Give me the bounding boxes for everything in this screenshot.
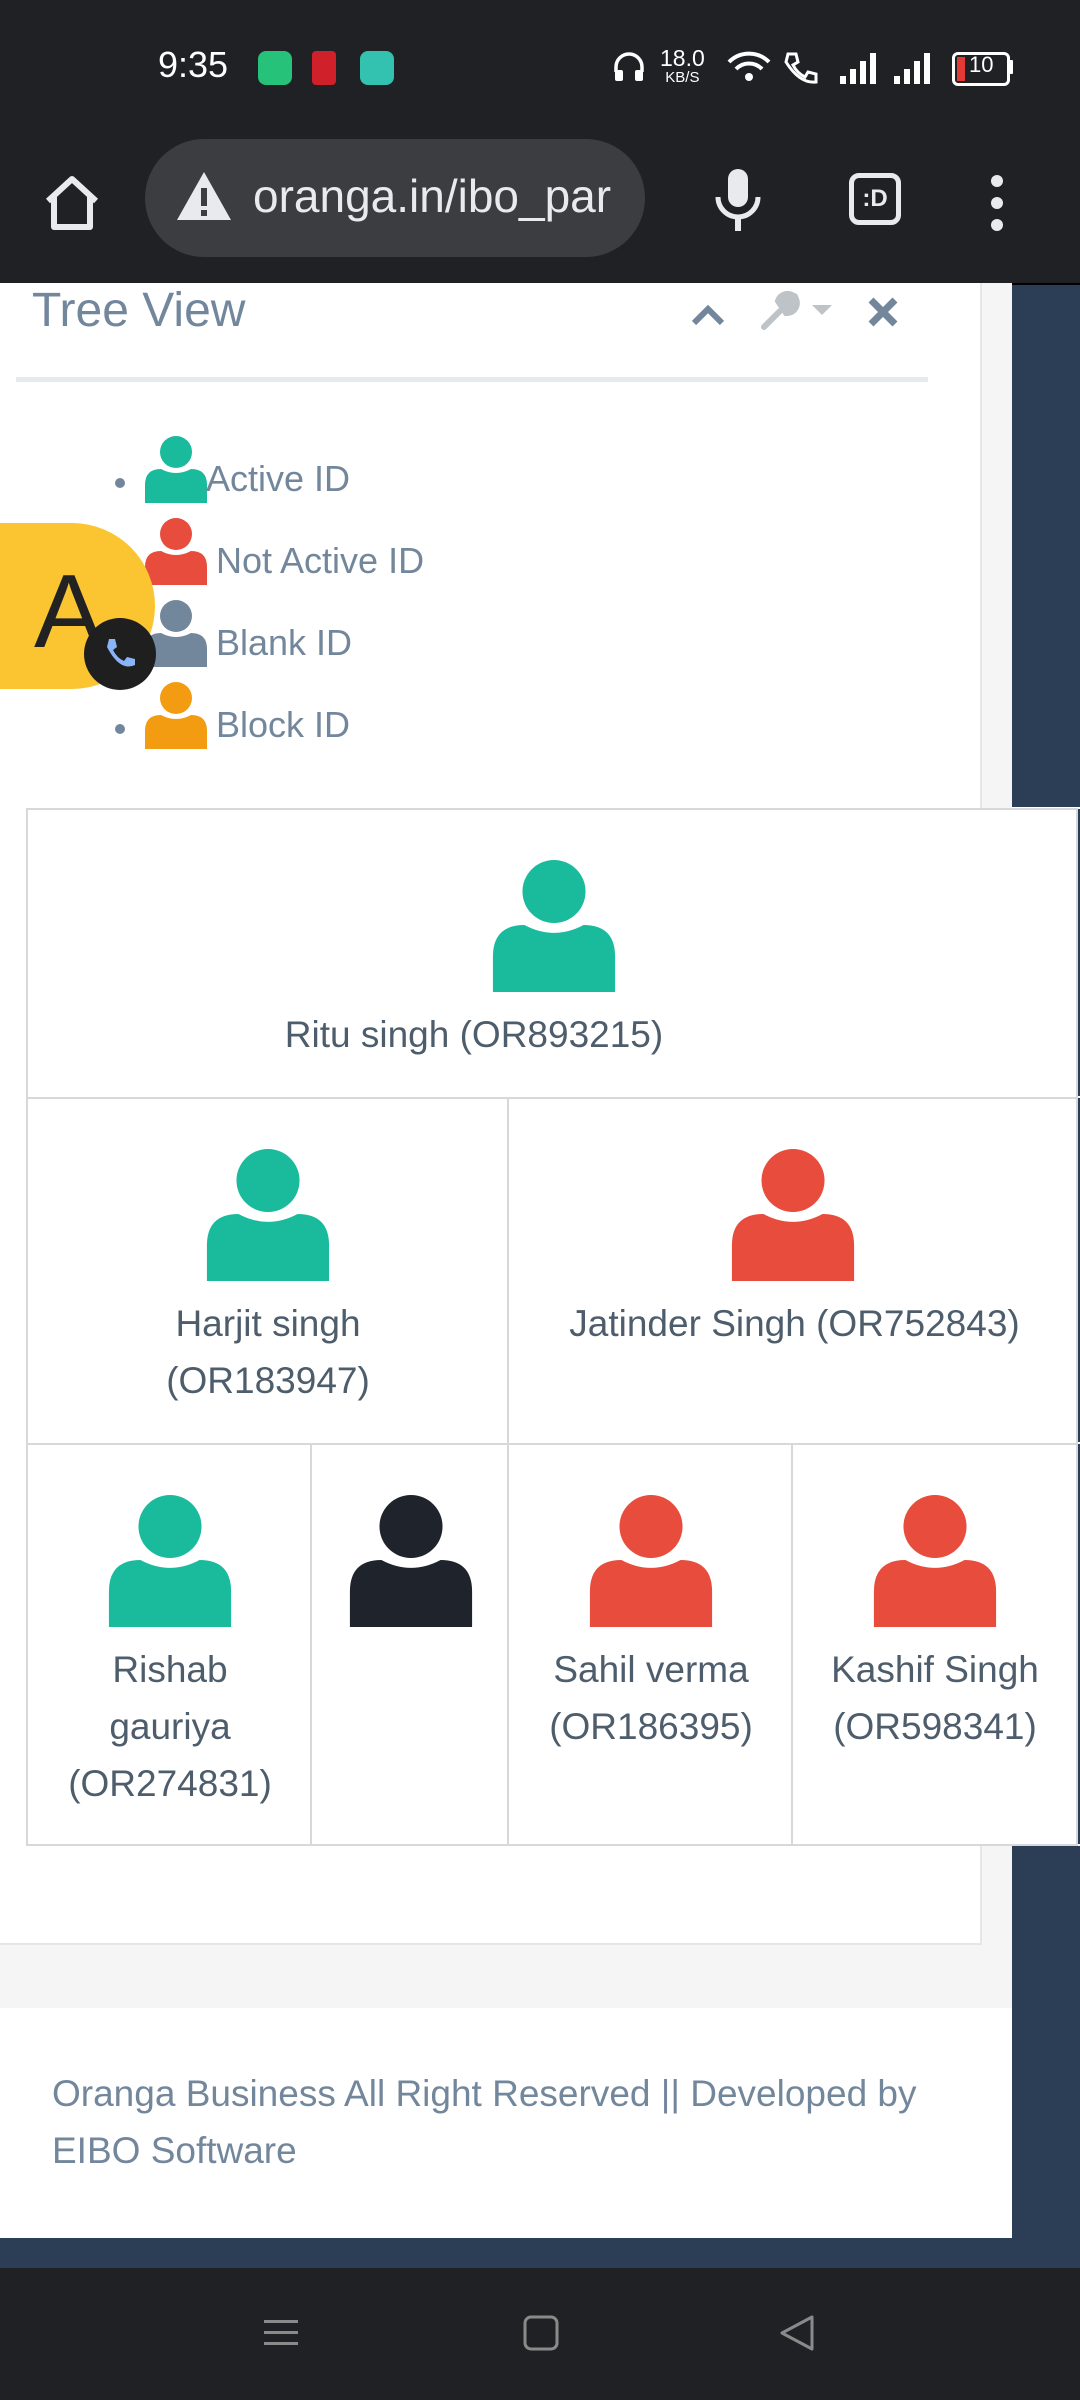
url-bar[interactable]: oranga.in/ibo_par (145, 139, 645, 257)
tree-node[interactable]: Kashif Singh (OR598341) (791, 1443, 1078, 1846)
system-nav-bar (0, 2268, 1080, 2400)
battery-icon: 10 (952, 52, 1010, 86)
home-square-icon[interactable] (522, 2314, 560, 2352)
signal-1-icon (840, 53, 876, 84)
user-active-icon (145, 436, 207, 503)
net-speed-value: 18.0 (660, 45, 705, 71)
user-not-active-icon (873, 1494, 997, 1627)
user-active-icon (492, 859, 616, 992)
volte-call-icon (784, 52, 818, 84)
warning-icon[interactable] (175, 169, 233, 223)
tree-node-name: Sahil verma (OR186395) (549, 1649, 753, 1747)
tree-node-blank[interactable] (310, 1443, 509, 1846)
tree-node-name: Kashif Singh (OR598341) (831, 1649, 1039, 1747)
status-time: 9:35 (158, 44, 229, 85)
tree-node[interactable]: Jatinder Singh (OR752843) (507, 1097, 1078, 1445)
legend-label: Block ID (216, 704, 351, 745)
phone-icon[interactable] (84, 618, 156, 690)
battery-saver-icon (258, 51, 292, 85)
user-block-icon (145, 682, 207, 749)
more-vert-icon[interactable] (982, 171, 1012, 235)
legend-bullet (115, 724, 125, 734)
tree-node-name: Jatinder Singh (OR752843) (569, 1303, 1020, 1344)
user-not-active-icon (731, 1148, 855, 1281)
tree-node-root[interactable]: Ritu singh (OR893215) (26, 808, 1078, 1099)
app-teal-icon (360, 51, 394, 85)
app-red-icon (312, 51, 336, 85)
tree-node[interactable]: Rishab gauriya (OR274831) (26, 1443, 312, 1846)
user-active-icon (108, 1494, 232, 1627)
tabs-icon[interactable]: :D (849, 173, 901, 225)
tree-view-panel: Tree View Active ID Not Active ID Blank … (0, 283, 1078, 1945)
legend-label: Not Active ID (216, 540, 425, 581)
legend: Active ID Not Active ID Blank ID Block I… (0, 283, 980, 783)
tree-node-name: Ritu singh (OR893215) (284, 1014, 664, 1055)
tree-node-name: Harjit singh (OR183947) (166, 1303, 370, 1401)
back-icon[interactable] (778, 2314, 816, 2352)
headphones-icon (614, 52, 644, 81)
legend-label: Blank ID (216, 622, 353, 663)
legend-bullet (115, 478, 125, 488)
status-bar: 9:35 18.0 KB/S 10 (0, 0, 1080, 135)
page-content: Tree View Active ID Not Active ID Blank … (0, 283, 1078, 2238)
battery-level: 10 (969, 52, 994, 77)
legend-label: Active ID (206, 458, 351, 499)
home-icon[interactable] (40, 171, 104, 235)
net-speed-unit: KB/S (665, 69, 700, 86)
footer-text: Oranga Business All Right Reserved || De… (52, 2073, 917, 2171)
browser-toolbar: oranga.in/ibo_par :D (0, 135, 1080, 285)
user-active-icon (206, 1148, 330, 1281)
user-blank-icon (349, 1494, 473, 1627)
user-not-active-icon (589, 1494, 713, 1627)
tree-node-name: Rishab gauriya (OR274831) (68, 1649, 272, 1804)
signal-2-icon (894, 53, 930, 84)
tree-node[interactable]: Sahil verma (OR186395) (507, 1443, 793, 1846)
url-text[interactable]: oranga.in/ibo_par (253, 169, 633, 223)
user-not-active-icon (145, 518, 207, 585)
mic-icon[interactable] (710, 165, 766, 237)
wifi-icon (727, 51, 771, 81)
tree-node[interactable]: Harjit singh (OR183947) (26, 1097, 509, 1445)
menu-icon[interactable] (262, 2314, 300, 2352)
